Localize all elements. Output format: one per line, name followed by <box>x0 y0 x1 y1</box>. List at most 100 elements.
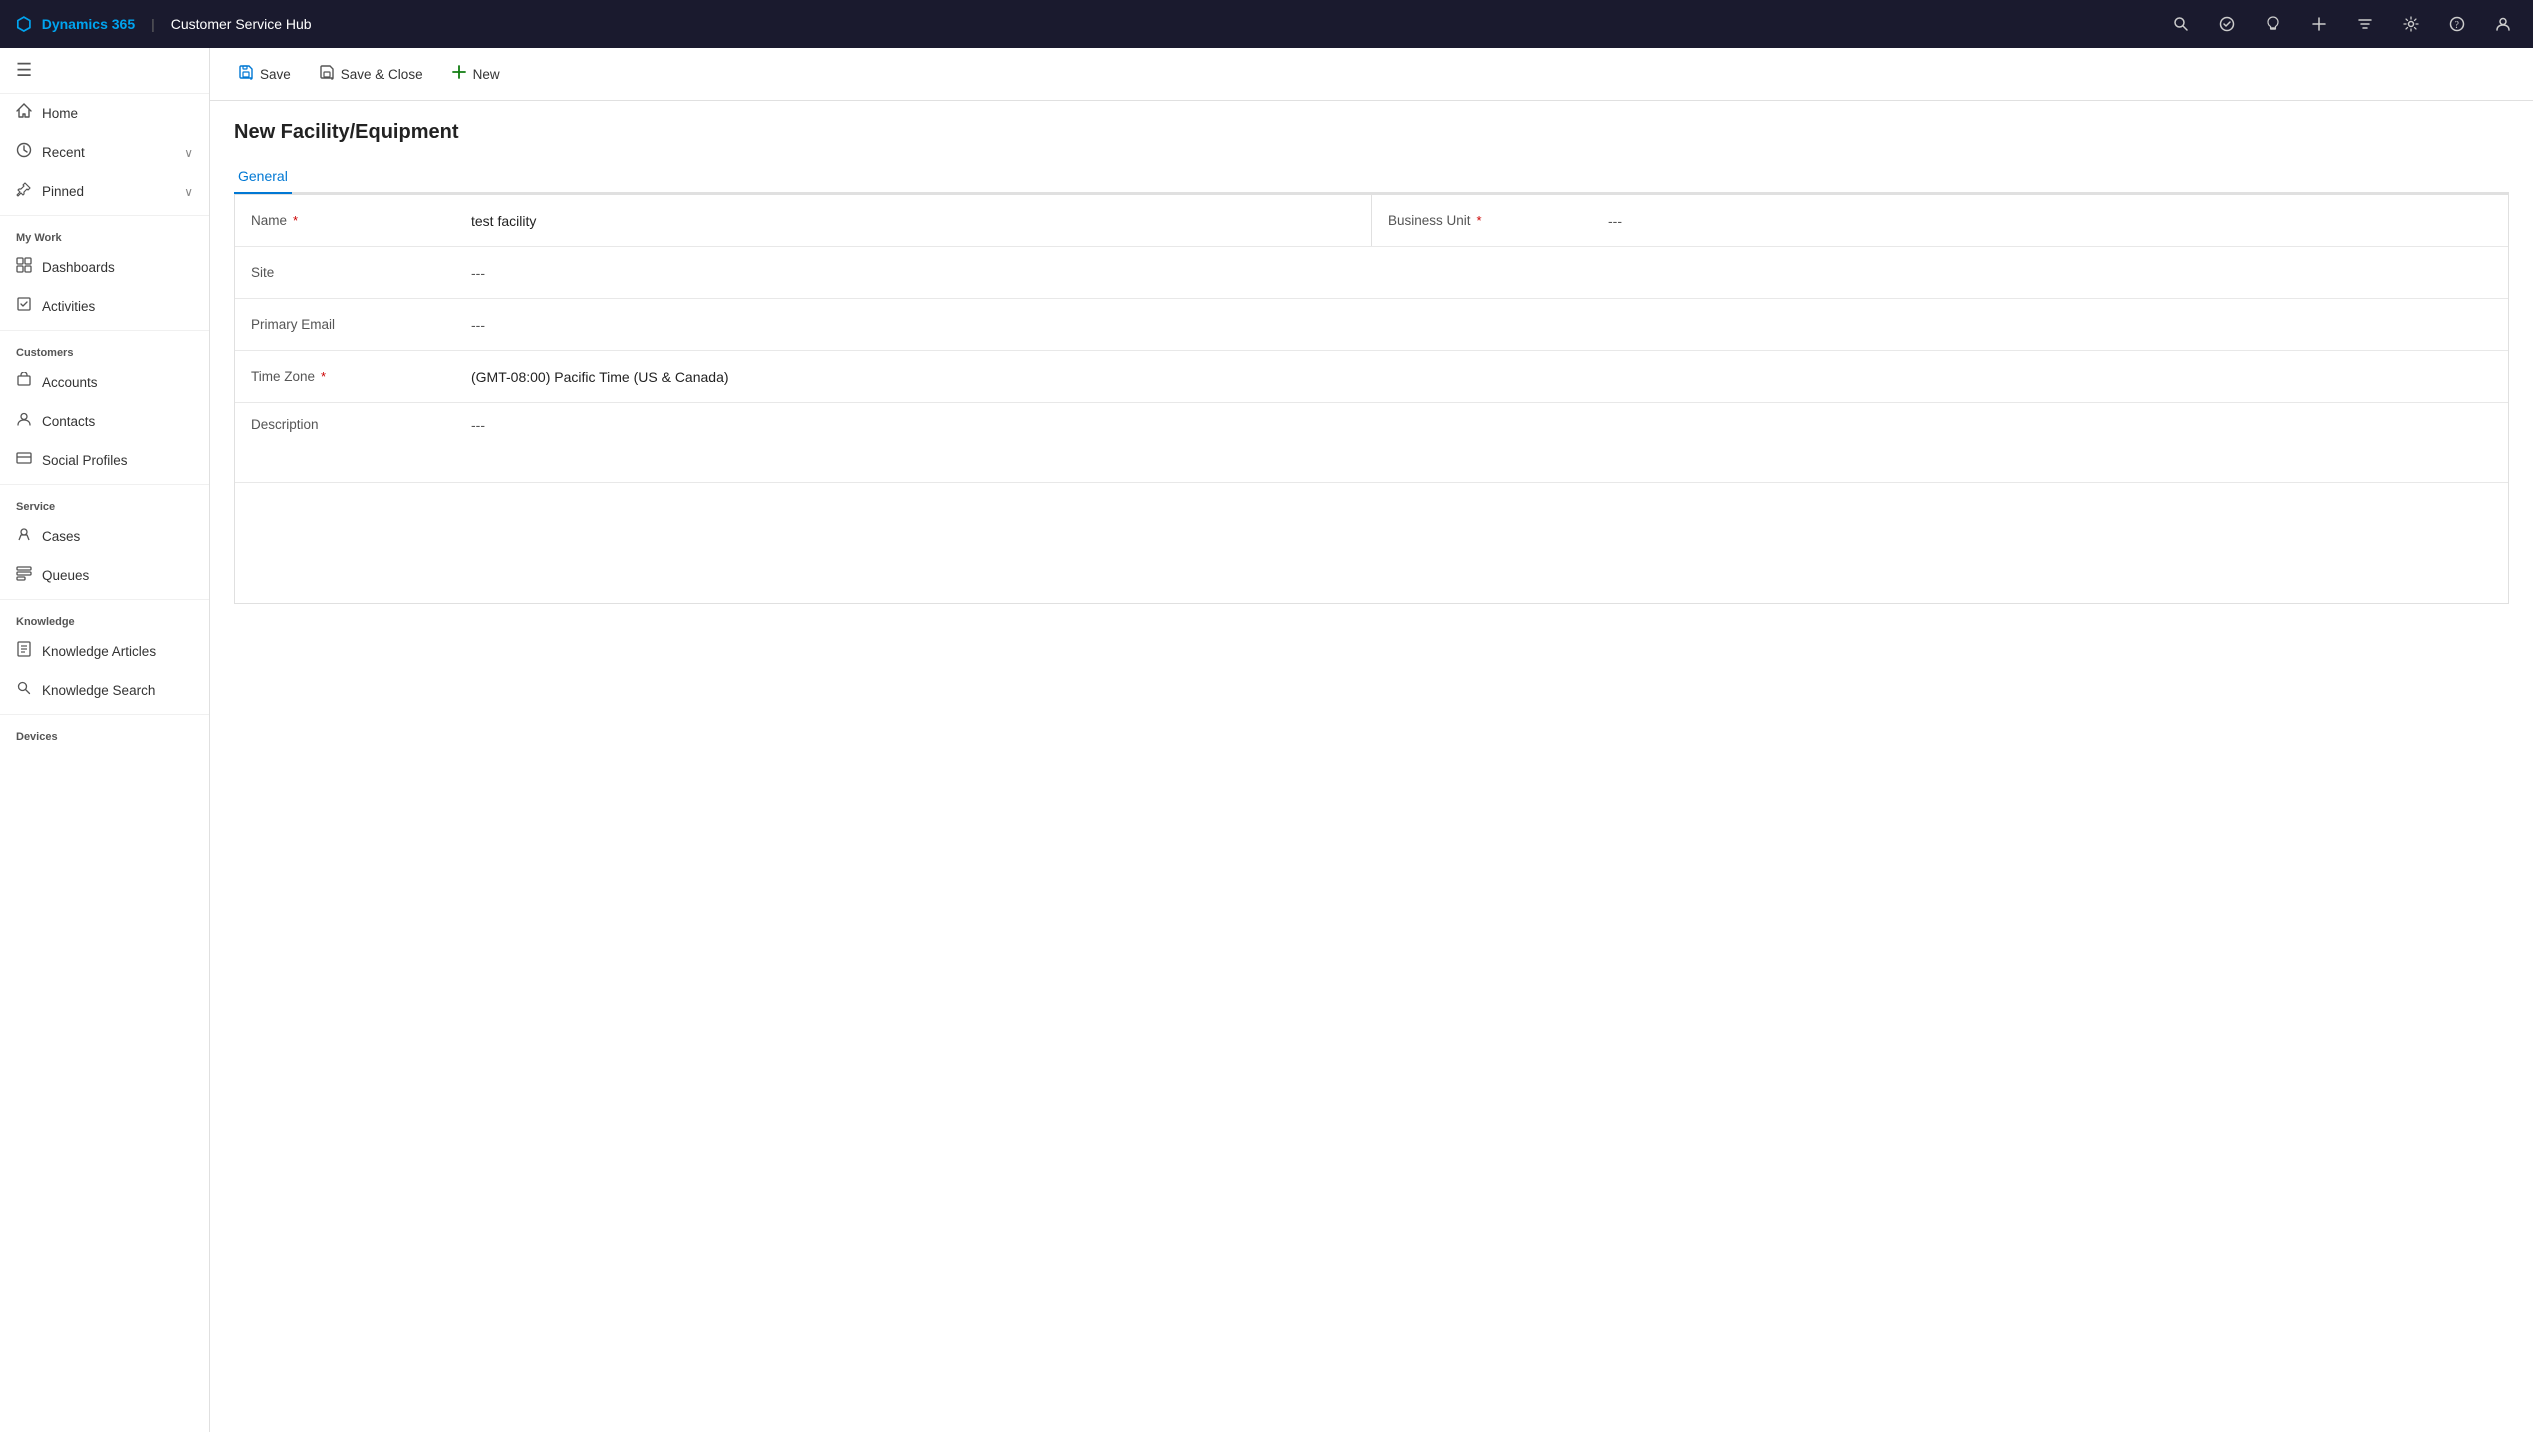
save-icon <box>238 64 254 84</box>
sidebar-item-queues-label: Queues <box>42 568 193 583</box>
field-value-primaryemail[interactable]: --- <box>455 299 2508 350</box>
sidebar-item-activities-label: Activities <box>42 299 193 314</box>
search-icon[interactable] <box>2167 10 2195 38</box>
pinned-icon <box>16 181 32 202</box>
section-label-customers: Customers <box>0 335 209 363</box>
home-icon <box>16 103 32 124</box>
field-label-name: Name * <box>235 195 455 246</box>
form-tabs: General <box>234 160 2509 194</box>
help-icon[interactable]: ? <box>2443 10 2471 38</box>
checkmark-circle-icon[interactable] <box>2213 10 2241 38</box>
sidebar-item-recent[interactable]: Recent ∨ <box>0 133 209 172</box>
activities-icon <box>16 296 32 317</box>
form-row-timezone: Time Zone * (GMT-08:00) Pacific Time (US… <box>235 351 2508 403</box>
description-label-text: Description <box>251 417 319 432</box>
section-label-service: Service <box>0 489 209 517</box>
sidebar-header: ☰ <box>0 48 209 94</box>
sidebar-item-knowledge-articles-label: Knowledge Articles <box>42 644 193 659</box>
plus-icon[interactable] <box>2305 10 2333 38</box>
brand-area: ⬡ Dynamics 365 | Customer Service Hub <box>16 14 312 35</box>
sidebar: ☰ Home Recent ∨ Pinned ∨ My Work <box>0 48 210 1432</box>
cases-icon <box>16 526 32 547</box>
site-label-text: Site <box>251 265 274 280</box>
site-value: --- <box>471 265 485 281</box>
toolbar: Save Save & Close New <box>210 48 2533 101</box>
businessunit-label-text: Business Unit <box>1388 213 1471 228</box>
user-icon[interactable] <box>2489 10 2517 38</box>
name-label-text: Name <box>251 213 287 228</box>
sidebar-item-dashboards-label: Dashboards <box>42 260 193 275</box>
field-label-timezone: Time Zone * <box>235 351 455 402</box>
form-row-spacer <box>235 483 2508 603</box>
sidebar-divider-2 <box>0 330 209 331</box>
section-label-devices: Devices <box>0 719 209 747</box>
sidebar-item-contacts[interactable]: Contacts <box>0 402 209 441</box>
dynamics-logo: ⬡ <box>16 14 32 35</box>
app-title: Customer Service Hub <box>171 16 312 32</box>
timezone-required-star: * <box>321 369 326 384</box>
sidebar-item-cases-label: Cases <box>42 529 193 544</box>
tab-general[interactable]: General <box>234 160 292 194</box>
hamburger-icon[interactable]: ☰ <box>16 60 32 81</box>
form-area: New Facility/Equipment General Name * <box>210 101 2533 624</box>
sidebar-item-pinned-label: Pinned <box>42 184 174 199</box>
sidebar-item-home[interactable]: Home <box>0 94 209 133</box>
sidebar-item-queues[interactable]: Queues <box>0 556 209 595</box>
sidebar-item-knowledge-search[interactable]: Knowledge Search <box>0 671 209 710</box>
sidebar-divider-3 <box>0 484 209 485</box>
name-input[interactable] <box>471 213 1355 229</box>
form-row-name-businessunit: Name * Business Unit * --- <box>235 195 2508 247</box>
sidebar-item-recent-label: Recent <box>42 145 174 160</box>
primaryemail-label-text: Primary Email <box>251 317 335 332</box>
businessunit-value: --- <box>1608 213 1622 229</box>
dashboards-icon <box>16 257 32 278</box>
sidebar-divider-1 <box>0 215 209 216</box>
field-value-businessunit[interactable]: --- <box>1592 195 2508 246</box>
save-close-icon <box>319 64 335 84</box>
sidebar-divider-4 <box>0 599 209 600</box>
new-label: New <box>473 67 500 82</box>
sidebar-item-activities[interactable]: Activities <box>0 287 209 326</box>
settings-icon[interactable] <box>2397 10 2425 38</box>
form-row-description: Description --- <box>235 403 2508 483</box>
field-value-site[interactable]: --- <box>455 247 2508 298</box>
description-value: --- <box>471 417 485 433</box>
field-value-name[interactable] <box>455 195 1371 246</box>
primaryemail-value: --- <box>471 317 485 333</box>
save-close-label: Save & Close <box>341 67 423 82</box>
main-content: Save Save & Close New New Facility/Equip… <box>210 48 2533 1432</box>
field-label-site: Site <box>235 247 455 298</box>
sidebar-item-home-label: Home <box>42 106 193 121</box>
sidebar-item-accounts-label: Accounts <box>42 375 193 390</box>
sidebar-item-dashboards[interactable]: Dashboards <box>0 248 209 287</box>
sidebar-item-knowledge-articles[interactable]: Knowledge Articles <box>0 632 209 671</box>
form-row-primaryemail: Primary Email --- <box>235 299 2508 351</box>
filter-icon[interactable] <box>2351 10 2379 38</box>
nav-icons: ? <box>2167 10 2517 38</box>
field-label-description: Description <box>235 403 455 482</box>
social-profiles-icon <box>16 450 32 471</box>
recent-icon <box>16 142 32 163</box>
field-value-description[interactable]: --- <box>455 403 2508 482</box>
field-label-businessunit: Business Unit * <box>1372 195 1592 246</box>
svg-text:?: ? <box>2455 20 2460 31</box>
field-value-timezone[interactable]: (GMT-08:00) Pacific Time (US & Canada) <box>455 351 2508 402</box>
name-required-star: * <box>293 213 298 228</box>
knowledge-articles-icon <box>16 641 32 662</box>
sidebar-item-knowledge-search-label: Knowledge Search <box>42 683 193 698</box>
sidebar-item-pinned[interactable]: Pinned ∨ <box>0 172 209 211</box>
timezone-label-text: Time Zone <box>251 369 315 384</box>
timezone-value: (GMT-08:00) Pacific Time (US & Canada) <box>471 369 729 385</box>
save-close-button[interactable]: Save & Close <box>307 58 435 90</box>
sidebar-item-social-profiles[interactable]: Social Profiles <box>0 441 209 480</box>
brand-name: Dynamics 365 <box>42 16 135 32</box>
app-body: ☰ Home Recent ∨ Pinned ∨ My Work <box>0 48 2533 1432</box>
knowledge-search-icon <box>16 680 32 701</box>
lightbulb-icon[interactable] <box>2259 10 2287 38</box>
sidebar-item-social-profiles-label: Social Profiles <box>42 453 193 468</box>
save-button[interactable]: Save <box>226 58 303 90</box>
sidebar-item-accounts[interactable]: Accounts <box>0 363 209 402</box>
form-title: New Facility/Equipment <box>234 121 2509 144</box>
new-button[interactable]: New <box>439 58 512 90</box>
sidebar-item-cases[interactable]: Cases <box>0 517 209 556</box>
